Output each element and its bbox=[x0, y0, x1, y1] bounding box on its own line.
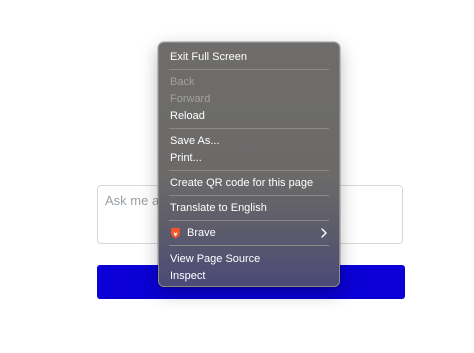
menu-item-inspect[interactable]: Inspect bbox=[170, 269, 205, 283]
menu-item-view-page-source[interactable]: View Page Source bbox=[170, 252, 260, 266]
menu-item-back: Back bbox=[170, 76, 195, 88]
menu-separator bbox=[169, 69, 329, 70]
menu-item-save-as[interactable]: Save As... bbox=[170, 134, 220, 148]
menu-item-exit-full-screen[interactable]: Exit Full Screen bbox=[170, 50, 247, 64]
brave-lion-icon bbox=[170, 227, 181, 239]
menu-item-brave-label: Brave bbox=[187, 227, 216, 239]
menu-separator bbox=[169, 128, 329, 129]
menu-separator bbox=[169, 245, 329, 246]
context-menu: Exit Full Screen Back Forward Reload Sav… bbox=[158, 42, 340, 287]
menu-separator bbox=[169, 170, 329, 171]
page: Ask me a q Exit Full Screen Back Forward… bbox=[0, 0, 474, 353]
menu-item-reload[interactable]: Reload bbox=[170, 109, 205, 123]
menu-separator bbox=[169, 220, 329, 221]
menu-item-print[interactable]: Print... bbox=[170, 151, 202, 165]
menu-separator bbox=[169, 195, 329, 196]
menu-item-forward: Forward bbox=[170, 93, 211, 105]
chevron-right-icon bbox=[321, 228, 327, 238]
menu-item-create-qr-code[interactable]: Create QR code for this page bbox=[170, 176, 313, 190]
menu-item-translate[interactable]: Translate to English bbox=[170, 201, 267, 215]
